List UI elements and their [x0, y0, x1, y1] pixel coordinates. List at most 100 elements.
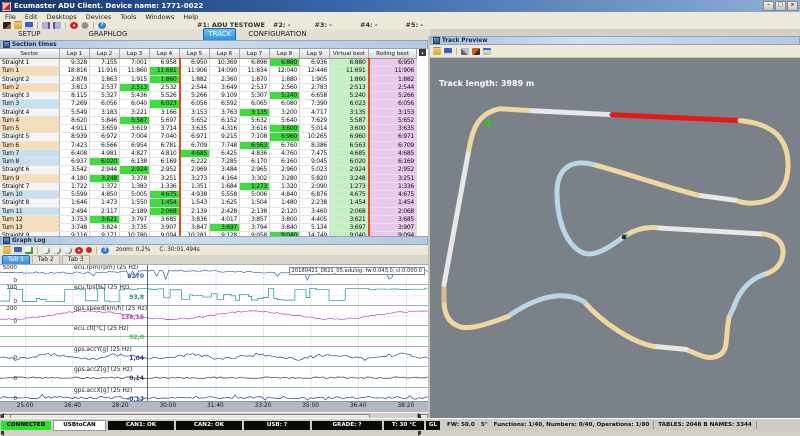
- sector-name: Turn 5: [0, 125, 60, 133]
- graph-log-icon: [3, 237, 10, 244]
- menu-help[interactable]: Help: [183, 13, 198, 21]
- download-desktop-icon[interactable]: [53, 22, 61, 29]
- track-map[interactable]: Track length: 3989 m: [430, 58, 800, 419]
- x-tick: 26:40: [64, 403, 81, 409]
- graph-log-panel: Graph Log ? zoom: 0,2% C: 30:01.494s Tab…: [0, 236, 428, 424]
- lap-time: 5:558: [210, 191, 240, 199]
- menu-tools[interactable]: Tools: [120, 13, 136, 21]
- graph-tab-bar: Tab 1Tab 2Tab 3: [0, 255, 428, 265]
- help-icon[interactable]: ?: [98, 22, 106, 29]
- device-slot-5[interactable]: #5: -: [406, 21, 424, 29]
- edit-pencil-icon[interactable]: [472, 48, 480, 55]
- minimize-icon[interactable]: –: [763, 1, 774, 11]
- graph-tab-2[interactable]: Tab 2: [32, 255, 60, 264]
- graph-lanes[interactable]: 20180421_0821_05.adulog: fw:0.043.0, cl:…: [0, 265, 428, 401]
- wrench-icon[interactable]: [461, 48, 469, 55]
- table-row: Straight 19:3287:1557:0016:9586:95010:36…: [0, 59, 417, 67]
- close-icon[interactable]: ×: [787, 1, 798, 11]
- lap-time: 3:840: [270, 224, 300, 232]
- graph-tab-1[interactable]: Tab 1: [2, 255, 30, 264]
- tab-configuration[interactable]: CONFIGURATION: [244, 29, 310, 40]
- rolling-best: 3:251: [369, 174, 417, 182]
- x-tick: 33:20: [255, 403, 272, 409]
- graph-cursor-line[interactable]: [147, 265, 148, 401]
- rolling-best: 3:635: [369, 125, 417, 133]
- lap-time: 2:138: [240, 207, 270, 215]
- cursor-value: 93,8: [100, 294, 144, 301]
- lap-time: 5:652: [180, 116, 210, 124]
- flag-icon[interactable]: [483, 48, 491, 55]
- device-slot-2[interactable]: #2: -: [273, 21, 291, 29]
- table-row: Straight 38:1155:3275:4365:5265:2669:109…: [0, 92, 417, 100]
- lap-time: 2:537: [240, 83, 270, 91]
- menu-devices[interactable]: Devices: [86, 13, 112, 21]
- lap-time: 6:592: [210, 100, 240, 108]
- lap-time: 3:753: [60, 215, 90, 223]
- zoom-in-icon[interactable]: [42, 247, 50, 254]
- lap-time: 5:846: [90, 116, 120, 124]
- lap-time: 2:544: [180, 83, 210, 91]
- tab-track[interactable]: TRACK: [203, 28, 236, 40]
- lap-time: 4:938: [180, 191, 210, 199]
- sector-name: Turn 7: [0, 149, 60, 157]
- lap-time: 2:924: [120, 166, 150, 174]
- col-header-virtual-best: Virtual best: [330, 49, 369, 59]
- zoom-out-icon[interactable]: [53, 247, 61, 254]
- lane-gps.speed: 2000gps.speed[km/h] (25 Hz)136,15: [0, 306, 428, 326]
- menu-windows[interactable]: Windows: [145, 13, 174, 21]
- settings-gear-icon[interactable]: [81, 22, 89, 29]
- y-zero-label: 0: [0, 376, 17, 382]
- lap-time: 5:327: [90, 92, 120, 100]
- rolling-best: 2:952: [369, 166, 417, 174]
- graph-tab-3[interactable]: Tab 3: [62, 255, 90, 264]
- menu-desktops[interactable]: Desktops: [46, 13, 76, 21]
- open-folder-icon[interactable]: [14, 21, 22, 29]
- graph-help-icon[interactable]: ?: [101, 247, 109, 254]
- lap-time: 2:068: [150, 207, 180, 215]
- save-icon[interactable]: [25, 22, 33, 29]
- rolling-best: 11:906: [369, 67, 417, 75]
- sector-name: Turn 3: [0, 100, 60, 108]
- menu-edit[interactable]: Edit: [25, 13, 38, 21]
- tab-setup[interactable]: SETUP: [14, 29, 45, 40]
- device-slot-4[interactable]: #4: -: [360, 21, 378, 29]
- lap-time: 1:372: [90, 182, 120, 190]
- tab-graphlog[interactable]: GRAPHLOG: [85, 29, 132, 40]
- track-open-icon[interactable]: [433, 47, 441, 55]
- lap-time: 5:023: [300, 166, 330, 174]
- lap-time: 3:484: [210, 166, 240, 174]
- virtual-best: 2:068: [330, 207, 369, 215]
- firmware-version: FW: 50.0: [445, 422, 477, 428]
- maximize-icon[interactable]: □: [775, 1, 786, 11]
- zoom-fit-icon[interactable]: [64, 247, 72, 254]
- graph-open-icon[interactable]: [3, 246, 11, 254]
- track-save-icon[interactable]: [444, 48, 452, 55]
- lap-time: 3:302: [240, 174, 270, 182]
- graph-save-icon[interactable]: [14, 247, 22, 254]
- status-usb: USB: ?: [244, 421, 310, 430]
- virtual-best: 5:240: [330, 92, 369, 100]
- pen-icon[interactable]: [3, 22, 11, 29]
- lap-time: 1:882: [180, 75, 210, 83]
- section-times-head: SectorLap 1Lap 2Lap 3Lap 4Lap 5Lap 6Lap …: [0, 49, 417, 59]
- lap-time: 6:960: [270, 133, 300, 141]
- stop-icon[interactable]: [70, 22, 78, 29]
- rolling-best: 4:675: [369, 191, 417, 199]
- clear-icon[interactable]: [75, 247, 83, 254]
- lap-time: 6:040: [120, 100, 150, 108]
- status-bar: CONNECTEDUSBtoCANCAN1: OKCAN2: OKUSB: ?G…: [0, 418, 800, 431]
- lap-time: 2:944: [90, 166, 120, 174]
- table-scroll-button[interactable]: ▴: [419, 49, 426, 56]
- lap-time: 14:090: [210, 67, 240, 75]
- lap-time: 7:285: [210, 158, 240, 166]
- record-icon[interactable]: [86, 247, 92, 253]
- lap-time: 3:748: [60, 224, 90, 232]
- signal-label: gps.accX[g] (25 Hz): [74, 388, 132, 394]
- rolling-best: 1:882: [369, 75, 417, 83]
- upload-desktop-icon[interactable]: [42, 22, 50, 29]
- lap-time: 6:876: [300, 191, 330, 199]
- graph-export-icon[interactable]: [25, 247, 33, 254]
- y-zero-label: 0: [0, 355, 17, 361]
- device-slot-3[interactable]: #3: -: [314, 21, 332, 29]
- menu-file[interactable]: File: [5, 13, 16, 21]
